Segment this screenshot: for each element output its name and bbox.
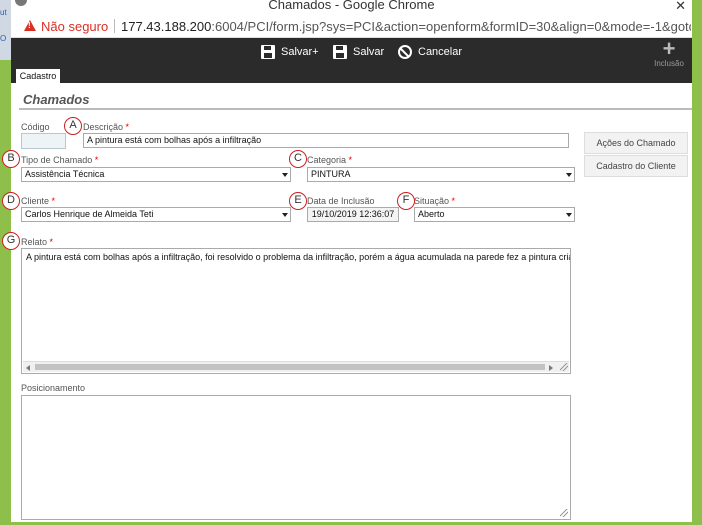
save-plus-button[interactable]: Salvar+ [261,45,319,59]
required-mark: * [49,237,54,247]
cliente-label-text: Cliente [21,196,50,206]
callout-marker-c: C [289,150,307,168]
categoria-label: Categoria * [307,155,352,165]
cliente-select[interactable]: Carlos Henrique de Almeida Teti [21,207,291,222]
descricao-label-text: Descrição [83,122,124,132]
tab-strip: Cadastro [11,68,692,83]
required-mark: * [451,196,456,206]
callout-marker-g: G [2,232,20,250]
floppy-disk-icon [333,45,347,59]
required-mark: * [348,155,353,165]
floppy-disk-icon [261,45,275,59]
relato-textarea[interactable]: A pintura está com bolhas após a infiltr… [21,248,571,374]
codigo-field[interactable] [21,133,66,149]
tipo-chamado-value: Assistência Técnica [25,169,105,179]
taskbar-strip: ut O [0,0,11,60]
url-text[interactable]: 177.43.188.200:6004/PCI/form.jsp?sys=PCI… [121,19,691,34]
horizontal-scrollbar[interactable] [23,361,569,372]
categoria-select[interactable]: PINTURA [307,167,575,182]
scrollbar-thumb[interactable] [35,364,545,370]
callout-marker-e: E [289,192,307,210]
categoria-label-text: Categoria [307,155,347,165]
callout-marker-a: A [64,117,82,135]
tipo-chamado-label: Tipo de Chamado * [21,155,98,165]
descricao-input[interactable]: A pintura está com bolhas após a infiltr… [83,133,569,148]
address-separator [114,19,115,33]
tipo-chamado-select[interactable]: Assistência Técnica [21,167,291,182]
callout-marker-b: B [2,150,20,168]
cliente-label: Cliente * [21,196,55,206]
window-title: Chamados - Google Chrome [268,0,435,12]
cliente-value: Carlos Henrique de Almeida Teti [25,209,154,219]
resize-grip-icon[interactable] [560,363,568,371]
situacao-label: Situação * [414,196,455,206]
page-title: Chamados [23,92,90,107]
chevron-down-icon [282,213,288,217]
cancel-icon [398,45,412,59]
plus-icon: + [662,36,676,61]
chevron-down-icon [566,173,572,177]
scroll-right-icon[interactable] [549,365,553,371]
warning-icon[interactable] [24,20,36,31]
relato-text: A pintura está com bolhas após a infiltr… [26,252,571,262]
required-mark: * [125,122,130,132]
form-toolbar: Salvar+ Salvar Cancelar + Inclusão [11,38,692,68]
posicionamento-textarea[interactable] [21,395,571,520]
window-frame-left [0,60,11,525]
situacao-value: Aberto [418,209,445,219]
chevron-down-icon [566,213,572,217]
close-icon[interactable]: ✕ [675,0,686,14]
categoria-value: PINTURA [311,169,351,179]
browser-titlebar: Chamados - Google Chrome ✕ [11,0,692,14]
codigo-label: Código [21,122,50,132]
situacao-label-text: Situação [414,196,450,206]
form-content: Chamados Código Descrição * A pintura es… [2,83,692,522]
cancel-label: Cancelar [418,46,463,58]
data-inclusao-label: Data de Inclusão [307,196,375,206]
scroll-left-icon[interactable] [26,365,30,371]
save-label: Salvar [353,46,385,58]
title-divider [19,108,692,110]
relato-label-text: Relato [21,237,48,247]
taskbar-item[interactable]: ut [0,8,7,17]
required-mark: * [94,155,99,165]
callout-marker-d: D [2,192,20,210]
chevron-down-icon [282,173,288,177]
url-host: 177.43.188.200 [121,19,212,34]
inclusao-button[interactable]: + Inclusão [651,36,687,69]
inclusao-label: Inclusão [654,59,684,68]
insecure-label[interactable]: Não seguro [41,19,108,34]
taskbar-item[interactable]: O [0,34,6,43]
url-path: :6004/PCI/form.jsp?sys=PCI&action=openfo… [211,19,691,34]
cadastro-cliente-button[interactable]: Cadastro do Cliente [584,155,688,177]
save-button[interactable]: Salvar [333,45,384,59]
descricao-label: Descrição * [83,122,129,132]
resize-grip-icon[interactable] [560,509,568,517]
acoes-chamado-button[interactable]: Ações do Chamado [584,132,688,154]
tab-cadastro[interactable]: Cadastro [16,69,60,83]
callout-marker-f: F [397,192,415,210]
situacao-select[interactable]: Aberto [414,207,575,222]
relato-label: Relato * [21,237,53,247]
address-bar[interactable]: Não seguro 177.43.188.200:6004/PCI/form.… [11,14,692,38]
save-plus-label: Salvar+ [281,46,319,58]
posicionamento-label: Posicionamento [21,383,86,393]
required-mark: * [51,196,56,206]
data-inclusao-field: 19/10/2019 12:36:07 [307,207,399,222]
cancel-button[interactable]: Cancelar [398,45,462,59]
window-frame-right [692,0,702,525]
tipo-chamado-label-text: Tipo de Chamado [21,155,93,165]
